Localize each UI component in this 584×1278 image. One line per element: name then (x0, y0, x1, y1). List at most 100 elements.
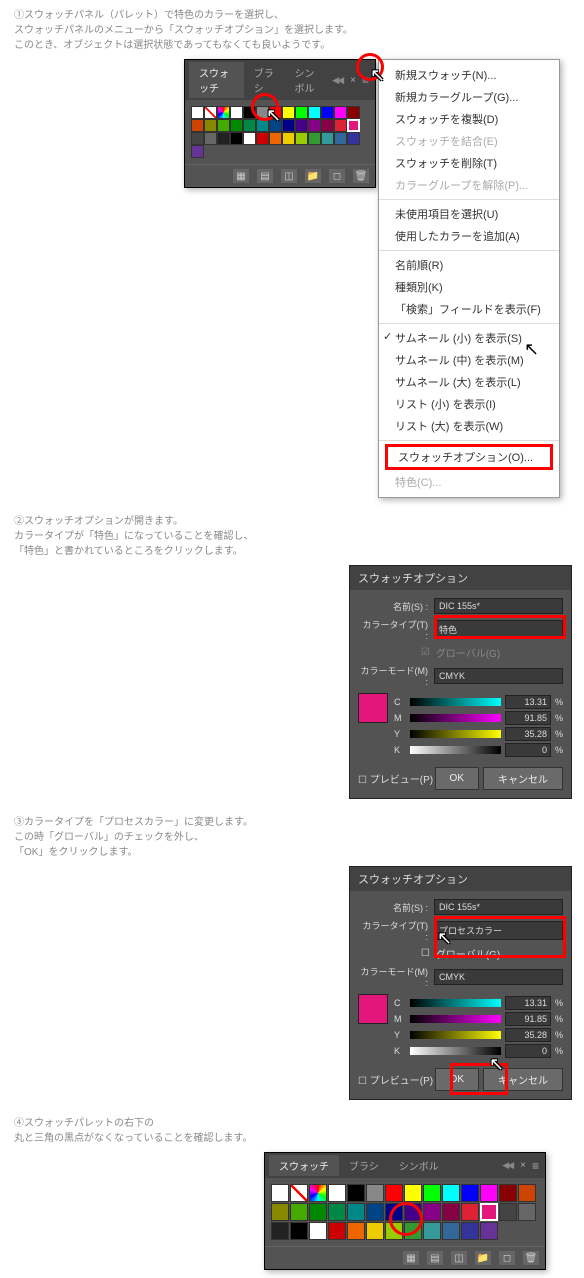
swatch[interactable] (499, 1203, 517, 1221)
swatch[interactable] (404, 1184, 422, 1202)
value-y[interactable]: 35.28 (505, 727, 551, 741)
swatch[interactable] (347, 106, 360, 119)
value-m[interactable]: 91.85 (505, 711, 551, 725)
swatch[interactable] (480, 1222, 498, 1240)
swatch[interactable] (334, 119, 347, 132)
close-icon[interactable]: × (346, 75, 360, 86)
menu-by-name[interactable]: 名前順(R) (379, 254, 559, 276)
swatch[interactable] (243, 132, 256, 145)
new-group-icon[interactable]: 📁 (475, 1251, 491, 1265)
cancel-button[interactable]: キャンセル (483, 767, 563, 790)
swatch[interactable] (308, 119, 321, 132)
swatch[interactable] (204, 132, 217, 145)
library-icon[interactable]: ▦ (403, 1251, 419, 1265)
swatch[interactable] (295, 106, 308, 119)
swatch[interactable] (442, 1222, 460, 1240)
swatch[interactable] (309, 1222, 327, 1240)
swatch[interactable] (204, 119, 217, 132)
value-k[interactable]: 0 (505, 1044, 551, 1058)
tab-swatches[interactable]: スウォッチ (189, 62, 244, 98)
swatch[interactable] (461, 1203, 479, 1221)
trash-icon[interactable]: 🗑 (523, 1251, 539, 1265)
swatch[interactable] (321, 132, 334, 145)
swatch[interactable] (366, 1222, 384, 1240)
value-c[interactable]: 13.31 (505, 996, 551, 1010)
value-m[interactable]: 91.85 (505, 1012, 551, 1026)
swatch[interactable] (295, 119, 308, 132)
swatch-none[interactable] (290, 1184, 308, 1202)
menu-swatch-options[interactable]: スウォッチオプション(O)... (385, 444, 553, 470)
swatch[interactable] (191, 132, 204, 145)
slider-c[interactable] (410, 999, 501, 1007)
preview-checkbox[interactable]: ☐ プレビュー(P) (358, 1072, 433, 1087)
swatch[interactable] (461, 1184, 479, 1202)
global-checkbox[interactable]: ☐ (421, 948, 430, 959)
slider-m[interactable] (410, 1015, 501, 1023)
value-k[interactable]: 0 (505, 743, 551, 757)
swatch[interactable] (328, 1184, 346, 1202)
slider-k[interactable] (410, 1047, 501, 1055)
menu-by-kind[interactable]: 種類別(K) (379, 276, 559, 298)
color-mode-select[interactable]: CMYK (434, 668, 563, 684)
tab-symbols[interactable]: シンボル (284, 62, 332, 98)
swatch[interactable] (217, 132, 230, 145)
swatch[interactable] (217, 119, 230, 132)
swatch[interactable] (282, 106, 295, 119)
swatch[interactable] (271, 1184, 289, 1202)
new-swatch-icon[interactable]: ◻ (499, 1251, 515, 1265)
swatch[interactable] (256, 132, 269, 145)
swatch[interactable] (518, 1203, 536, 1221)
swatch[interactable] (191, 145, 204, 158)
menu-add-used[interactable]: 使用したカラーを追加(A) (379, 225, 559, 247)
swatch[interactable] (290, 1222, 308, 1240)
ok-button[interactable]: OK (435, 767, 479, 790)
swatch[interactable] (230, 119, 243, 132)
swatch[interactable] (191, 119, 204, 132)
swatch[interactable] (347, 132, 360, 145)
color-mode-select[interactable]: CMYK (434, 969, 563, 985)
swatch[interactable] (423, 1222, 441, 1240)
collapse-icon[interactable]: ◀◀ (502, 1160, 512, 1171)
swatch[interactable] (347, 1184, 365, 1202)
menu-list-l[interactable]: リスト (大) を表示(W) (379, 415, 559, 437)
swatch[interactable] (243, 119, 256, 132)
close-icon[interactable]: × (516, 1160, 530, 1171)
swatch[interactable] (191, 106, 204, 119)
menu-duplicate[interactable]: スウォッチを複製(D) (379, 108, 559, 130)
menu-select-unused[interactable]: 未使用項目を選択(U) (379, 203, 559, 225)
swatch[interactable] (334, 132, 347, 145)
swatch-registration[interactable] (217, 106, 230, 119)
swatch[interactable] (442, 1184, 460, 1202)
swatch[interactable] (334, 106, 347, 119)
show-icon[interactable]: ▤ (427, 1251, 443, 1265)
swatch[interactable] (290, 1203, 308, 1221)
swatch[interactable] (308, 106, 321, 119)
tab-symbols[interactable]: シンボル (389, 1155, 449, 1176)
swatch-selected[interactable] (347, 119, 360, 132)
swatch[interactable] (328, 1222, 346, 1240)
swatch[interactable] (308, 132, 321, 145)
swatch[interactable] (423, 1184, 441, 1202)
swatch[interactable] (442, 1203, 460, 1221)
panel-menu-icon[interactable]: ≡ (530, 1159, 541, 1173)
slider-c[interactable] (410, 698, 501, 706)
swatch[interactable] (385, 1184, 403, 1202)
new-group-icon[interactable]: 📁 (305, 169, 321, 183)
swatch[interactable] (328, 1203, 346, 1221)
swatch[interactable] (347, 1203, 365, 1221)
swatch[interactable] (309, 1203, 327, 1221)
swatch[interactable] (295, 132, 308, 145)
options-icon[interactable]: ◫ (451, 1251, 467, 1265)
collapse-icon[interactable]: ◀◀ (332, 75, 342, 86)
slider-y[interactable] (410, 730, 501, 738)
swatch[interactable] (271, 1222, 289, 1240)
menu-thumb-l[interactable]: サムネール (大) を表示(L) (379, 371, 559, 393)
preview-checkbox[interactable]: ☐ プレビュー(P) (358, 771, 433, 786)
show-icon[interactable]: ▤ (257, 169, 273, 183)
options-icon[interactable]: ◫ (281, 169, 297, 183)
swatch[interactable] (423, 1203, 441, 1221)
swatch[interactable] (282, 132, 295, 145)
swatch[interactable] (366, 1203, 384, 1221)
library-icon[interactable]: ▦ (233, 169, 249, 183)
swatch[interactable] (347, 1222, 365, 1240)
